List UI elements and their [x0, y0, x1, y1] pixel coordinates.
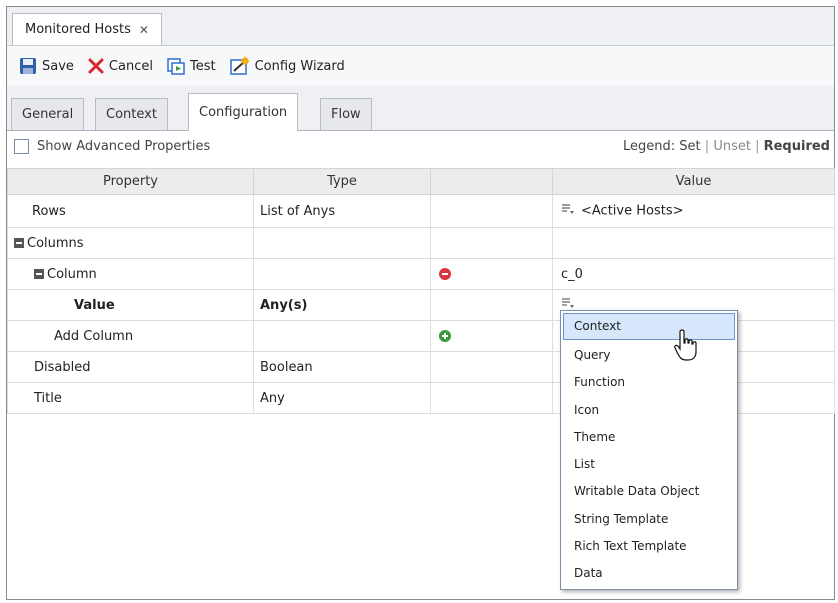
- property-cell: Add Column: [7, 320, 254, 352]
- legend-separator: |: [704, 139, 710, 154]
- wizard-icon: [229, 56, 250, 76]
- property-cell: Columns: [7, 227, 254, 259]
- menu-item-icon[interactable]: Icon: [561, 397, 737, 424]
- type-cell: [253, 320, 431, 352]
- menu-item-query[interactable]: Query: [561, 342, 737, 369]
- action-cell: [430, 320, 553, 352]
- value-cell[interactable]: [552, 227, 835, 259]
- type-cell: [253, 258, 431, 290]
- legend: Legend: Set | Unset | Required: [623, 139, 830, 154]
- save-button[interactable]: Save: [15, 55, 78, 77]
- hand-cursor-icon: [673, 328, 701, 366]
- property-label: Columns: [27, 235, 84, 251]
- config-wizard-button[interactable]: Config Wizard: [226, 54, 349, 78]
- header-type[interactable]: Type: [253, 168, 431, 195]
- type-cell: Any(s): [253, 289, 431, 321]
- type-cell: List of Anys: [253, 194, 431, 228]
- value-cell[interactable]: c_0: [552, 258, 835, 290]
- collapse-icon[interactable]: [34, 268, 44, 279]
- property-label: Column: [47, 266, 97, 282]
- tab-context[interactable]: Context: [95, 98, 168, 130]
- test-label: Test: [189, 58, 216, 74]
- remove-icon[interactable]: [439, 267, 451, 280]
- legend-required: Required: [763, 139, 830, 154]
- document-tab-bar: Monitored Hosts ✕: [7, 7, 834, 46]
- legend-set: Set: [679, 139, 701, 154]
- menu-item-rich-text-template[interactable]: Rich Text Template: [561, 533, 737, 560]
- grid-header: Property Type Value: [7, 168, 835, 195]
- action-cell: [430, 351, 553, 383]
- table-row[interactable]: Rows List of Anys <Active Hosts>: [7, 194, 835, 228]
- list-picker-icon[interactable]: [561, 203, 575, 219]
- show-advanced-checkbox[interactable]: [14, 139, 29, 154]
- cancel-button[interactable]: Cancel: [84, 56, 157, 76]
- tab-title: Monitored Hosts: [25, 22, 131, 37]
- action-cell: [430, 289, 553, 321]
- save-label: Save: [42, 58, 74, 74]
- tab-general[interactable]: General: [11, 98, 85, 130]
- menu-item-theme[interactable]: Theme: [561, 424, 737, 451]
- header-property[interactable]: Property: [7, 168, 254, 195]
- type-cell: Boolean: [253, 351, 431, 383]
- options-row: Show Advanced Properties Legend: Set | U…: [7, 130, 834, 164]
- menu-item-function[interactable]: Function: [561, 369, 737, 396]
- legend-prefix: Legend:: [623, 139, 676, 154]
- header-actions: [430, 168, 553, 195]
- test-run-icon: [167, 57, 185, 75]
- action-cell: [430, 382, 553, 414]
- action-cell: [430, 227, 553, 259]
- property-cell: Rows: [7, 194, 254, 228]
- menu-item-writable-data-object[interactable]: Writable Data Object: [561, 478, 737, 505]
- property-cell: Disabled: [7, 351, 254, 383]
- table-row[interactable]: Column c_0: [7, 258, 835, 290]
- red-x-icon: [88, 58, 104, 74]
- value-type-dropdown: Context Query Function Icon Theme List W…: [560, 310, 738, 590]
- type-cell: [253, 227, 431, 259]
- table-row[interactable]: Columns: [7, 227, 835, 259]
- cancel-label: Cancel: [108, 58, 153, 74]
- menu-item-list[interactable]: List: [561, 451, 737, 478]
- tab-monitored-hosts[interactable]: Monitored Hosts ✕: [12, 13, 162, 45]
- action-cell: [430, 258, 553, 290]
- property-cell: Value: [7, 289, 254, 321]
- section-tabs: General Context Configuration Flow: [7, 86, 834, 131]
- config-wizard-label: Config Wizard: [254, 58, 345, 74]
- menu-item-string-template[interactable]: String Template: [561, 506, 737, 533]
- tab-configuration[interactable]: Configuration: [188, 93, 299, 131]
- add-icon[interactable]: [439, 329, 451, 342]
- value-text: <Active Hosts>: [581, 203, 684, 219]
- toolbar: Save Cancel Test Config Wizard: [7, 46, 834, 87]
- close-icon[interactable]: ✕: [139, 23, 149, 37]
- legend-unset: Unset: [713, 139, 751, 154]
- header-value[interactable]: Value: [552, 168, 835, 195]
- tab-flow[interactable]: Flow: [320, 98, 372, 130]
- value-cell[interactable]: <Active Hosts>: [552, 194, 835, 228]
- type-cell: Any: [253, 382, 431, 414]
- property-cell: Title: [7, 382, 254, 414]
- test-button[interactable]: Test: [163, 55, 220, 77]
- menu-item-data[interactable]: Data: [561, 560, 737, 587]
- collapse-icon[interactable]: [14, 237, 24, 248]
- property-cell: Column: [7, 258, 254, 290]
- action-cell: [430, 194, 553, 228]
- legend-separator: |: [755, 139, 760, 154]
- show-advanced-label[interactable]: Show Advanced Properties: [37, 139, 210, 154]
- menu-item-context[interactable]: Context: [563, 313, 735, 340]
- floppy-disk-icon: [19, 57, 37, 75]
